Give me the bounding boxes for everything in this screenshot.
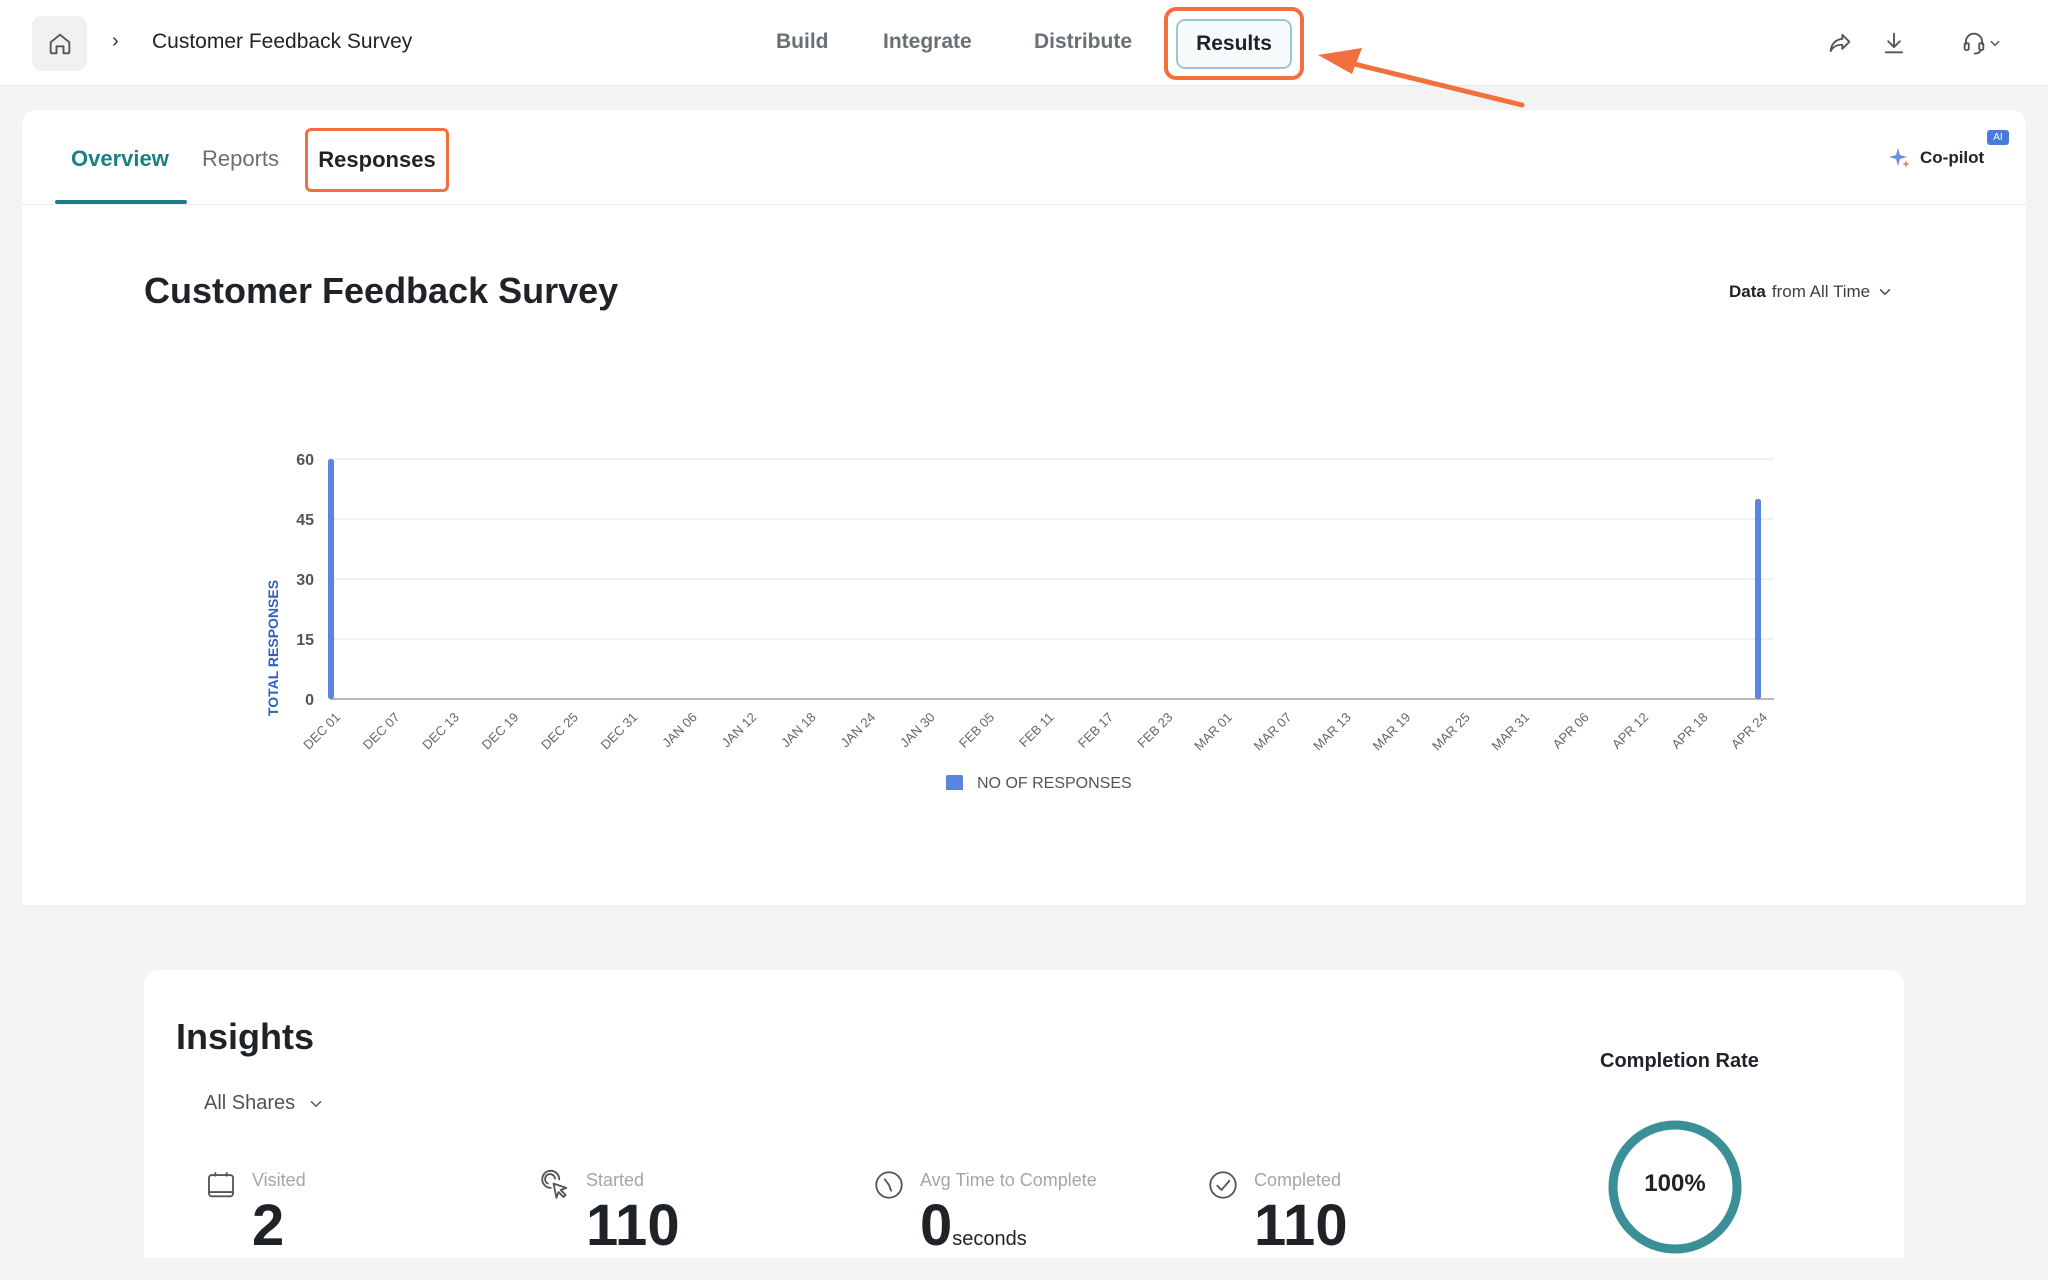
y-tick-label: 60	[296, 452, 314, 469]
metric-value: 110	[586, 1193, 680, 1258]
metric-label: Visited	[252, 1170, 306, 1190]
breadcrumb-survey-name[interactable]: Customer Feedback Survey	[152, 30, 412, 54]
x-axis-ticks: DEC 01 DEC 07 DEC 13 DEC 19 DEC 25 DEC 31 JAN …	[300, 710, 1770, 754]
completion-rate-value: 100%	[1644, 1170, 1706, 1197]
x-tick-label: DEC 01	[300, 710, 343, 753]
chevron-down-icon	[310, 1100, 322, 1107]
x-tick-label: DEC 25	[538, 710, 581, 753]
x-tick-label: DEC 31	[598, 710, 641, 753]
metric-value: 2	[252, 1193, 285, 1258]
x-tick-label: FEB 11	[1016, 710, 1057, 751]
shares-dropdown[interactable]: All Shares	[204, 1092, 325, 1115]
download-icon[interactable]	[1880, 29, 1908, 57]
x-tick-label: JAN 30	[897, 710, 938, 751]
x-tick-label: MAR 25	[1429, 710, 1473, 754]
tab-distribute[interactable]: Distribute	[1034, 30, 1132, 54]
tab-integrate[interactable]: Integrate	[883, 30, 972, 54]
bar	[328, 459, 334, 699]
overview-card: Overview Reports Responses Co-pilot AI C…	[22, 110, 2026, 905]
x-tick-label: MAR 01	[1191, 710, 1235, 754]
x-tick-label: FEB 05	[956, 710, 997, 751]
x-tick-label: APR 24	[1728, 710, 1770, 752]
cursor-click-icon	[541, 1169, 568, 1199]
check-circle-icon	[1209, 1171, 1237, 1199]
top-bar: › Customer Feedback Survey Build Integra…	[0, 0, 2048, 86]
chevron-down-icon[interactable]	[1986, 29, 2004, 57]
tab-build[interactable]: Build	[776, 30, 829, 54]
completion-rate-label: Completion Rate	[1600, 1050, 1759, 1072]
y-tick-label: 0	[305, 692, 314, 709]
metric-label: Completed	[1254, 1170, 1342, 1190]
responses-chart: 0 15 30 45 60 DEC 01 DEC 07 DEC 13 DEC 19 DEC 25…	[265, 452, 1774, 790]
y-tick-label: 15	[296, 632, 314, 649]
y-axis-label: TOTAL RESPONSES	[265, 580, 281, 716]
bar	[1755, 499, 1761, 699]
metric-label: Avg Time to Complete	[920, 1170, 1097, 1190]
x-tick-label: MAR 31	[1488, 710, 1532, 754]
breadcrumb-chevron: ›	[112, 30, 119, 52]
x-tick-label: MAR 19	[1370, 710, 1414, 754]
headset-icon[interactable]	[1960, 29, 1988, 57]
share-icon[interactable]	[1826, 29, 1854, 57]
x-tick-label: MAR 07	[1251, 710, 1295, 754]
x-tick-label: DEC 07	[360, 710, 403, 753]
x-tick-label: APR 18	[1668, 710, 1710, 752]
x-tick-label: DEC 13	[419, 710, 462, 753]
legend-label: NO OF RESPONSES	[977, 775, 1132, 790]
chart-grid	[330, 458, 1774, 700]
x-tick-label: JAN 24	[837, 710, 878, 751]
y-axis-ticks: 0 15 30 45 60	[296, 452, 314, 709]
x-tick-label: APR 12	[1609, 710, 1651, 752]
insights-card: Insights All Shares Visited 2 Started 11…	[144, 970, 1904, 1280]
metric-value: 110	[1254, 1193, 1348, 1258]
x-tick-label: JAN 06	[659, 710, 700, 751]
tab-results[interactable]: Results	[1176, 19, 1292, 69]
x-tick-label: JAN 18	[778, 710, 819, 751]
legend-swatch	[946, 775, 963, 790]
x-tick-label: JAN 12	[719, 710, 760, 751]
metric-value: 0seconds	[920, 1193, 1027, 1258]
insights-title: Insights	[176, 1016, 315, 1057]
x-tick-label: APR 06	[1549, 710, 1591, 752]
x-tick-label: FEB 23	[1134, 710, 1175, 751]
home-button[interactable]	[32, 16, 87, 71]
x-tick-label: FEB 17	[1075, 710, 1116, 751]
calendar-icon	[208, 1172, 234, 1198]
page-bottom-edge	[0, 1258, 2048, 1280]
x-tick-label: DEC 19	[479, 710, 522, 753]
home-icon	[49, 33, 70, 54]
shares-label: All Shares	[204, 1092, 296, 1114]
metric-unit: seconds	[952, 1228, 1027, 1250]
y-tick-label: 30	[296, 572, 314, 589]
clock-icon	[875, 1171, 903, 1199]
y-tick-label: 45	[296, 512, 314, 529]
x-tick-label: MAR 13	[1310, 710, 1354, 754]
metric-label: Started	[586, 1170, 645, 1190]
results-highlight: Results	[1164, 7, 1304, 80]
